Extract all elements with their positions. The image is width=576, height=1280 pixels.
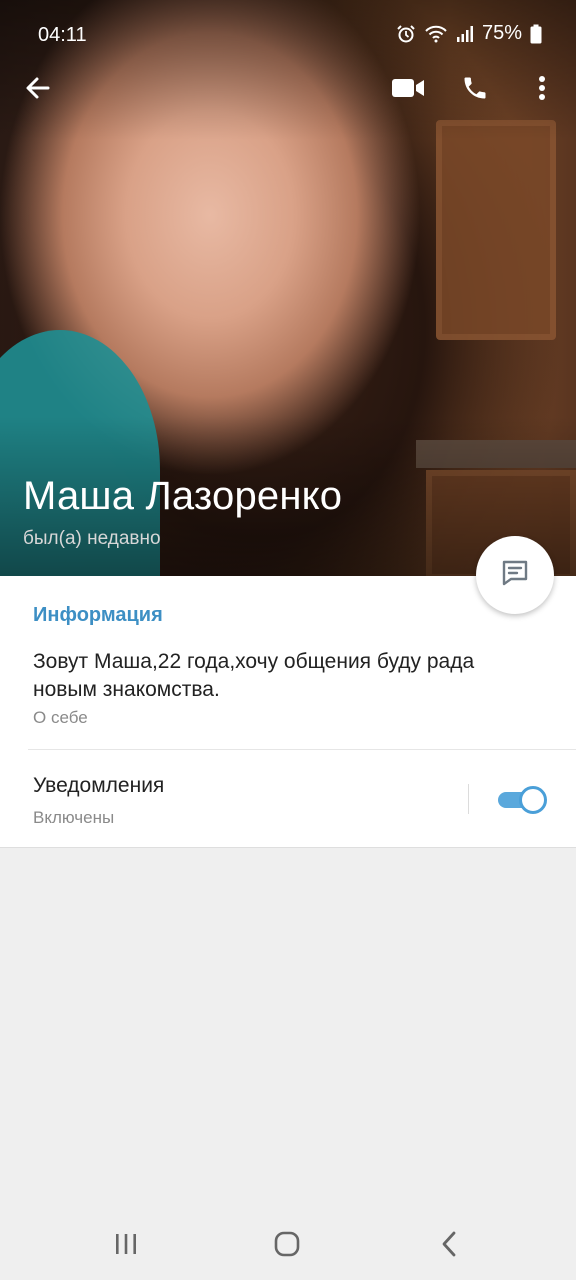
bio-text[interactable]: Зовут Маша,22 года,хочу общения буду рад… [33,648,533,704]
system-back-button[interactable] [429,1226,469,1266]
signal-icon [456,25,474,43]
status-time: 04:11 [38,24,87,46]
profile-screen: 04:11 75% Маша Лазоренко был(а) недавно … [0,0,576,1280]
video-call-button[interactable] [386,68,430,112]
phone-icon [461,74,489,107]
photo-detail-cabinet [436,120,556,340]
notifications-title: Уведомления [33,774,165,797]
more-vertical-icon [538,75,546,106]
back-icon [441,1231,457,1262]
home-button[interactable] [267,1226,307,1266]
battery-percent: 75% [481,22,522,44]
back-button[interactable] [16,68,60,112]
notifications-toggle[interactable] [497,786,547,814]
message-icon [499,557,531,594]
status-icons: 75% [396,22,542,45]
video-camera-icon [391,76,425,105]
info-section-title: Информация [33,604,163,626]
last-seen-status: был(а) недавно [23,528,161,549]
system-nav-bar [0,1208,576,1280]
voice-call-button[interactable] [453,68,497,112]
send-message-button[interactable] [476,536,554,614]
info-card: Информация Зовут Маша,22 года,хочу общен… [0,576,576,848]
toolbar [0,60,576,120]
notifications-row[interactable]: Уведомления Включены [0,750,576,848]
alarm-icon [396,24,416,44]
toggle-knob [519,786,547,814]
vertical-separator [468,784,469,814]
notifications-status: Включены [33,808,115,827]
profile-name: Маша Лазоренко [23,474,343,518]
battery-icon [530,24,542,44]
status-bar: 04:11 75% [0,0,576,68]
home-icon [274,1231,300,1262]
wifi-icon [424,24,448,44]
arrow-left-icon [24,74,52,107]
recents-icon [114,1233,138,1260]
bio-caption: О себе [33,708,88,727]
recents-button[interactable] [106,1226,146,1266]
more-options-button[interactable] [520,68,564,112]
